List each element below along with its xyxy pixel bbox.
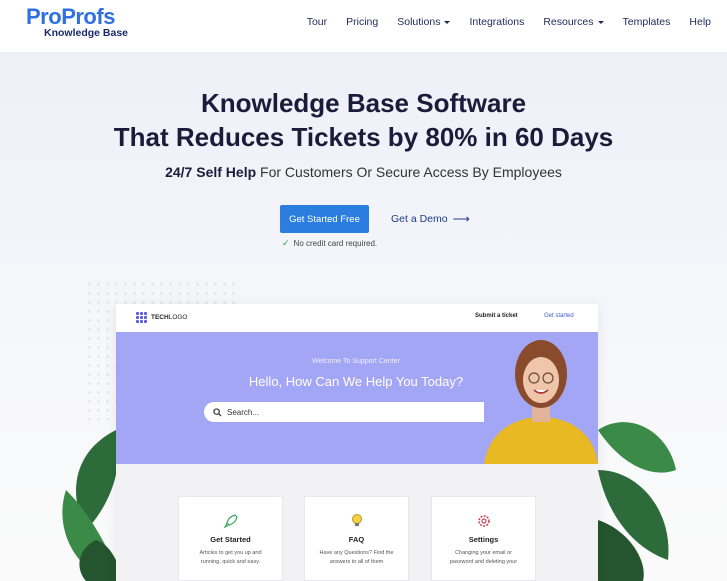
hero-tagline: 24/7 Self Help For Customers Or Secure A… [0,164,727,180]
nav-label: Resources [543,16,594,28]
nav-label: Tour [306,16,328,28]
techlogo-light: LOGO [168,314,188,321]
nav-item-tour[interactable]: Tour [307,16,327,28]
nav-label: Integrations [469,16,525,28]
nav-item-pricing[interactable]: Pricing [346,16,378,28]
preview-header: TECHLOGO Submit a ticket Get started [116,304,598,332]
card-title: FAQ [348,535,365,544]
get-started-link[interactable]: Get started [544,313,574,319]
gear-icon [432,513,535,529]
chevron-down-icon [597,20,604,24]
submit-ticket-link[interactable]: Submit a ticket [475,313,518,319]
techlogo-icon [136,312,147,323]
kb-search-input[interactable]: Search... [204,402,510,422]
arrow-right-icon: ⟶ [452,212,470,226]
hero-title-line2: That Reduces Tickets by 80% in 60 Days [113,122,614,152]
category-card-get-started[interactable]: Get Started Articles to get you up and r… [178,496,283,581]
card-title: Get Started [210,535,251,544]
main-nav: Tour Pricing Solutions Integrations Reso… [288,16,711,28]
tagline-bold: 24/7 Self Help [165,164,257,180]
logo-brand-part1: Pro [26,4,62,29]
nav-item-resources[interactable]: Resources [543,16,604,28]
logo-subtitle: Knowledge Base [44,27,129,39]
knowledge-base-preview: TECHLOGO Submit a ticket Get started Wel… [116,304,598,581]
card-description: Articles to get you up and running, quic… [199,550,262,565]
no-credit-card-note: ✓ No credit card required. [282,238,377,249]
lightbulb-icon [305,513,408,529]
logo-brand-part2: Profs [61,4,115,29]
nav-label: Pricing [346,16,379,28]
nav-item-solutions[interactable]: Solutions [397,16,451,28]
nav-label: Help [689,16,711,28]
nav-label: Templates [622,16,671,28]
get-a-demo-link[interactable]: Get a Demo ⟶ [391,212,470,226]
tagline-rest: For Customers Or Secure Access By Employ… [256,164,562,180]
techlogo-bold: TECH [151,314,169,321]
nav-label: Solutions [397,16,441,28]
rocket-icon [179,513,282,529]
nav-item-templates[interactable]: Templates [623,16,671,28]
card-description: Changing your email or password and dele… [449,550,518,565]
right-plant-illustration [598,422,676,581]
support-banner: Welcome To Support Center Hello, How Can… [116,332,598,464]
no-card-text: No credit card required. [293,239,378,248]
top-navigation-bar: ProProfs Knowledge Base Tour Pricing Sol… [0,0,727,52]
get-started-free-button[interactable]: Get Started Free [280,205,369,233]
category-section: Get Started Articles to get you up and r… [116,464,598,581]
category-card-settings[interactable]: Settings Changing your email or password… [431,496,536,581]
techlogo: TECHLOGO [136,312,188,323]
smiling-woman-photo [484,332,598,464]
category-card-faq[interactable]: FAQ Have any Questions? Find the answers… [304,496,409,581]
checkmark-icon: ✓ [282,238,290,248]
chevron-down-icon [444,20,451,24]
card-description: Have any Questions? Find the answers to … [319,550,394,565]
proprofs-logo[interactable]: ProProfs Knowledge Base [26,6,128,39]
search-placeholder: Search... [227,407,260,417]
card-title: Settings [468,535,499,544]
nav-item-help[interactable]: Help [689,16,711,28]
hero-title-line1: Knowledge Base Software [200,88,527,118]
search-icon [213,407,222,417]
nav-item-integrations[interactable]: Integrations [469,16,524,28]
demo-label: Get a Demo [391,213,448,225]
